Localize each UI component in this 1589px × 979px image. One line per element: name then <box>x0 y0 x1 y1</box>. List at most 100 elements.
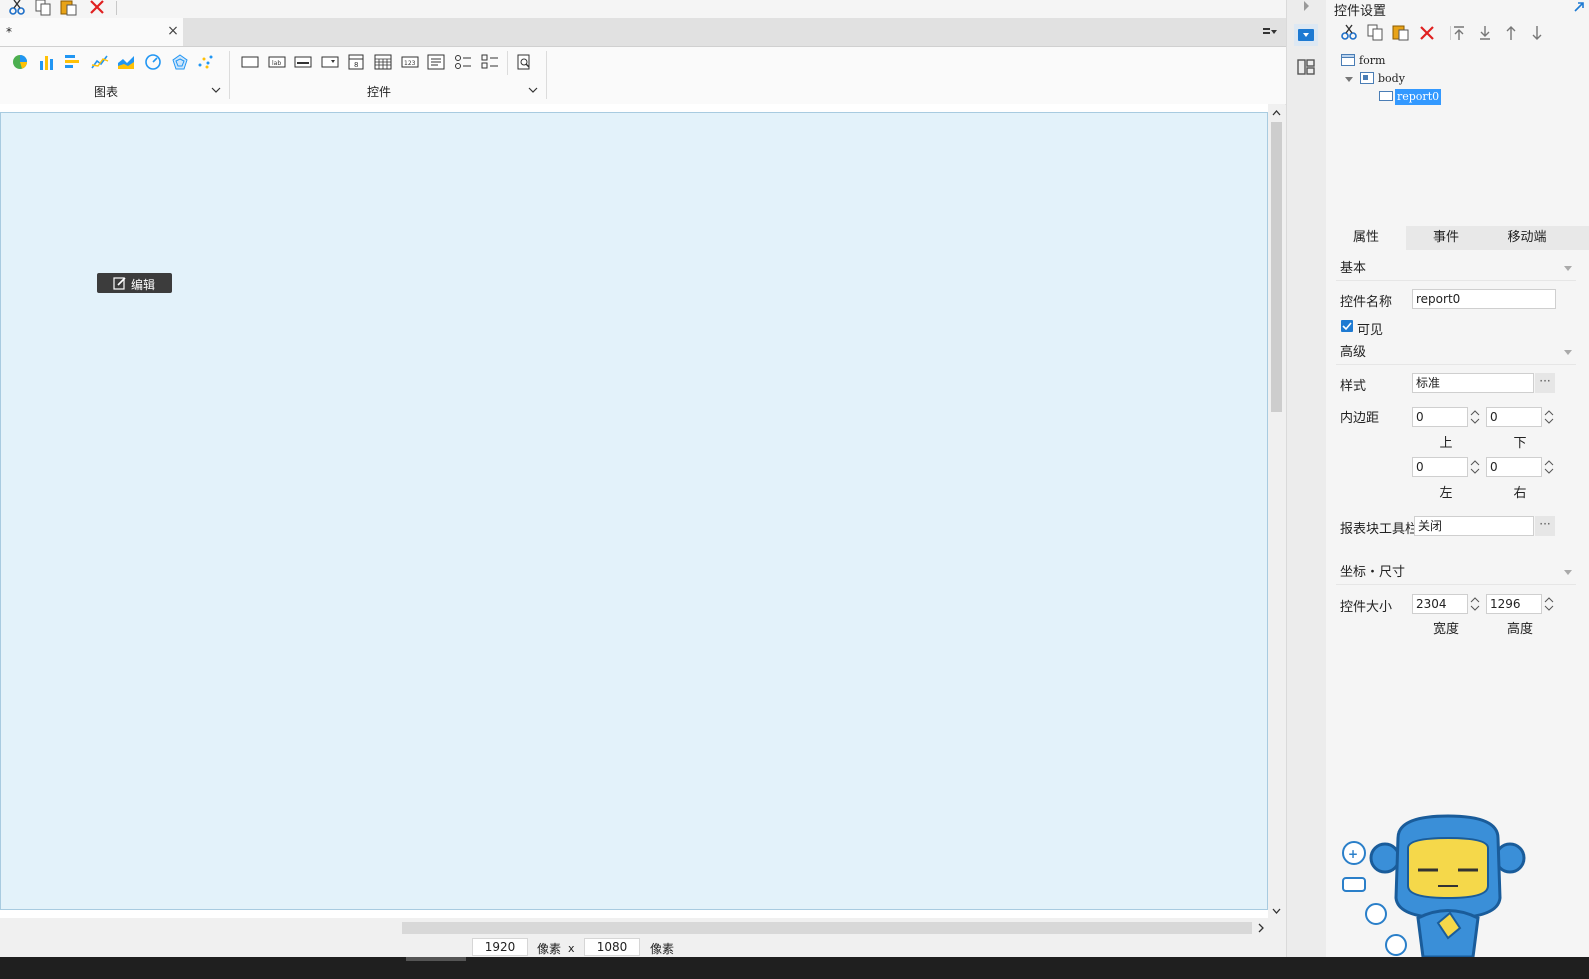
padding-bottom-caption: 下 <box>1513 436 1527 451</box>
radio-group-icon[interactable] <box>453 53 473 71</box>
tab-events[interactable]: 事件 <box>1406 226 1486 250</box>
scroll-right-icon[interactable] <box>1256 923 1266 933</box>
section-advanced[interactable]: 高级 <box>1336 342 1576 365</box>
padding-top-input[interactable]: 0 <box>1412 407 1468 427</box>
form-icon <box>1341 54 1355 66</box>
design-area: 编辑 <box>0 104 1285 918</box>
canvas-width-input[interactable]: 1920 <box>472 938 528 956</box>
control-group-expand-icon[interactable] <box>527 85 539 95</box>
close-tab-icon[interactable]: × <box>166 24 180 38</box>
cut-icon[interactable] <box>8 0 26 16</box>
report-toolbar-input[interactable]: 关闭 <box>1414 516 1534 536</box>
padding-right-input[interactable]: 0 <box>1486 457 1542 477</box>
delete-icon[interactable] <box>88 0 106 16</box>
move-bottom-icon[interactable] <box>1476 24 1494 42</box>
report-block-icon <box>1379 90 1393 102</box>
vertical-scrollbar[interactable] <box>1268 104 1285 918</box>
padding-right-stepper[interactable] <box>1542 457 1556 477</box>
ime-mascot[interactable]: + <box>1338 808 1538 957</box>
control-name-input[interactable]: report0 <box>1412 289 1556 309</box>
move-up-icon[interactable] <box>1502 24 1520 42</box>
scatter-chart-icon[interactable] <box>196 53 216 71</box>
copy-icon[interactable] <box>34 0 52 16</box>
taskbar-active-indicator <box>406 957 466 961</box>
toolbar-separator <box>116 1 117 15</box>
section-basic[interactable]: 基本 <box>1336 258 1576 281</box>
date-icon[interactable]: 8 <box>346 53 366 71</box>
gauge-chart-icon[interactable] <box>143 53 163 71</box>
textbox-icon[interactable] <box>293 53 313 71</box>
visible-label: 可见 <box>1357 323 1384 338</box>
number-icon[interactable]: 123 <box>400 53 420 71</box>
control-settings-tab[interactable] <box>1294 24 1318 46</box>
report-canvas[interactable]: 编辑 <box>0 112 1268 910</box>
move-down-icon[interactable] <box>1528 24 1546 42</box>
scroll-up-icon[interactable] <box>1271 108 1282 118</box>
width-caption: 宽度 <box>1432 622 1459 637</box>
horizontal-scroll-track[interactable] <box>402 922 1252 934</box>
area-chart-icon[interactable] <box>116 53 136 71</box>
control-size-label: 控件大小 <box>1340 600 1393 615</box>
calendar-icon[interactable] <box>373 53 393 71</box>
tab-list-dropdown-icon[interactable] <box>1262 25 1278 39</box>
section-geometry[interactable]: 坐标・尺寸 <box>1336 562 1576 585</box>
control-width-stepper[interactable] <box>1468 594 1482 614</box>
padding-bottom-input[interactable]: 0 <box>1486 407 1542 427</box>
report-toolbar-ellipsis-button[interactable]: ··· <box>1535 516 1555 536</box>
document-tab[interactable]: * × <box>0 18 183 46</box>
canvas-height-input[interactable]: 1080 <box>584 938 640 956</box>
collapse-panel-icon[interactable] <box>1301 0 1311 12</box>
style-ellipsis-button[interactable]: ··· <box>1535 373 1555 393</box>
control-height-input[interactable]: 1296 <box>1486 594 1542 614</box>
layout-icon[interactable] <box>1296 58 1316 76</box>
edit-button-label: 编辑 <box>131 278 156 292</box>
line-chart-icon[interactable] <box>90 53 110 71</box>
padding-top-stepper[interactable] <box>1468 407 1482 427</box>
padding-left-stepper[interactable] <box>1468 457 1482 477</box>
tree-collapse-icon[interactable] <box>1344 74 1354 84</box>
move-top-icon[interactable] <box>1450 24 1468 42</box>
visible-checkbox[interactable] <box>1341 320 1353 332</box>
control-group: lab 8 123 控件 <box>230 47 546 104</box>
tab-properties[interactable]: 属性 <box>1326 226 1406 250</box>
tree-node-form-label: form <box>1359 54 1386 67</box>
canvas-width-unit: 像素 <box>537 942 562 956</box>
label-icon[interactable]: lab <box>267 53 287 71</box>
height-caption: 高度 <box>1506 622 1533 637</box>
pie-chart-icon[interactable] <box>10 53 30 71</box>
delete-icon[interactable] <box>1418 24 1436 42</box>
horizontal-scrollbar[interactable] <box>0 918 1285 938</box>
tree-node-report0-label: report0 <box>1395 89 1442 105</box>
edit-button[interactable]: 编辑 <box>97 273 172 293</box>
svg-text:123: 123 <box>404 60 416 67</box>
chart-group-expand-icon[interactable] <box>210 85 222 95</box>
padding-bottom-stepper[interactable] <box>1542 407 1556 427</box>
padding-left-input[interactable]: 0 <box>1412 457 1468 477</box>
paste-icon[interactable] <box>60 0 78 16</box>
control-width-input[interactable]: 2304 <box>1412 594 1468 614</box>
ribbon-separator <box>546 51 547 99</box>
horizontal-bar-chart-icon[interactable] <box>63 53 83 71</box>
scroll-down-icon[interactable] <box>1271 906 1282 916</box>
vertical-scroll-thumb[interactable] <box>1271 122 1282 412</box>
padding-label: 内边距 <box>1340 411 1380 426</box>
tab-mobile[interactable]: 移动端 <box>1486 226 1568 250</box>
component-ribbon: 图表 lab 8 123 控件 <box>0 47 1290 105</box>
preview-icon[interactable] <box>514 53 534 71</box>
radar-chart-icon[interactable] <box>170 53 190 71</box>
horizontal-scroll-thumb[interactable] <box>0 922 402 934</box>
bar-chart-icon[interactable] <box>37 53 57 71</box>
report-block-icon[interactable] <box>240 53 260 71</box>
edit-icon <box>113 276 127 290</box>
control-height-stepper[interactable] <box>1542 594 1556 614</box>
textarea-icon[interactable] <box>426 53 446 71</box>
expand-panel-icon[interactable] <box>1572 0 1586 14</box>
cut-icon[interactable] <box>1340 24 1358 42</box>
paste-icon[interactable] <box>1392 24 1410 42</box>
tree-toolbar <box>1336 24 1586 42</box>
section-geometry-title: 坐标・尺寸 <box>1340 565 1406 580</box>
dropdown-icon[interactable] <box>320 53 340 71</box>
style-input[interactable]: 标准 <box>1412 373 1534 393</box>
copy-icon[interactable] <box>1366 24 1384 42</box>
checkbox-group-icon[interactable] <box>480 53 500 71</box>
